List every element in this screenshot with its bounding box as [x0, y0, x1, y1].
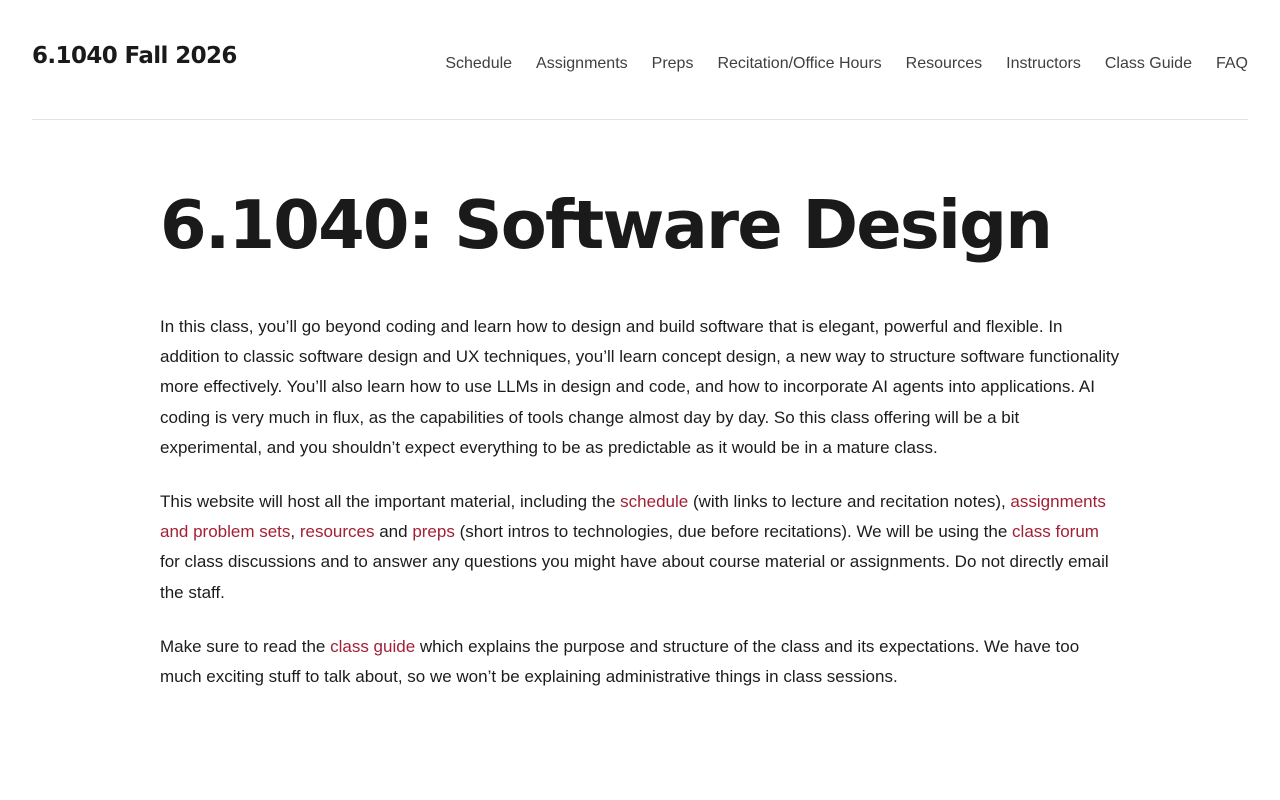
site-title-link[interactable]: 6.1040 Fall 2026 [32, 43, 237, 69]
site-info-text-4: and [374, 522, 413, 542]
schedule-link[interactable]: schedule [620, 492, 688, 511]
class-guide-link[interactable]: class guide [330, 637, 415, 656]
main-content: 6.1040: Software Design In this class, y… [160, 180, 1120, 692]
class-forum-link[interactable]: class forum [1012, 522, 1099, 541]
site-info-text-5: (short intros to technologies, due befor… [454, 522, 1013, 542]
class-guide-paragraph: Make sure to read the class guide which … [160, 632, 1120, 692]
intro-paragraph: In this class, you’ll go beyond coding a… [160, 317, 1120, 457]
site-info-paragraph: This website will host all the important… [160, 487, 1120, 608]
site-info-text-2: (with links to lecture and recitation no… [688, 492, 1011, 512]
nav-link-faq[interactable]: FAQ [1216, 55, 1248, 73]
page-title: 6.1040: Software Design [160, 186, 1053, 264]
guide-text-1: Make sure to read the [160, 636, 331, 656]
resources-link[interactable]: resources [300, 522, 375, 541]
site-info-text-1: This website will host all the important… [160, 492, 621, 512]
nav-link-instructors[interactable]: Instructors [1006, 55, 1081, 73]
main-nav: Schedule Assignments Preps Recitation/Of… [445, 55, 1248, 73]
nav-link-recitation-office-hours[interactable]: Recitation/Office Hours [717, 55, 881, 73]
nav-link-resources[interactable]: Resources [906, 55, 982, 73]
preps-link[interactable]: preps [412, 522, 455, 541]
nav-link-assignments[interactable]: Assignments [536, 55, 628, 73]
site-info-text-3: , [290, 522, 300, 542]
nav-link-class-guide[interactable]: Class Guide [1105, 55, 1192, 73]
nav-link-preps[interactable]: Preps [652, 55, 694, 73]
nav-link-schedule[interactable]: Schedule [445, 55, 512, 73]
site-header: 6.1040 Fall 2026 Schedule Assignments Pr… [32, 0, 1248, 120]
site-info-text-6: for class discussions and to answer any … [160, 552, 1109, 602]
